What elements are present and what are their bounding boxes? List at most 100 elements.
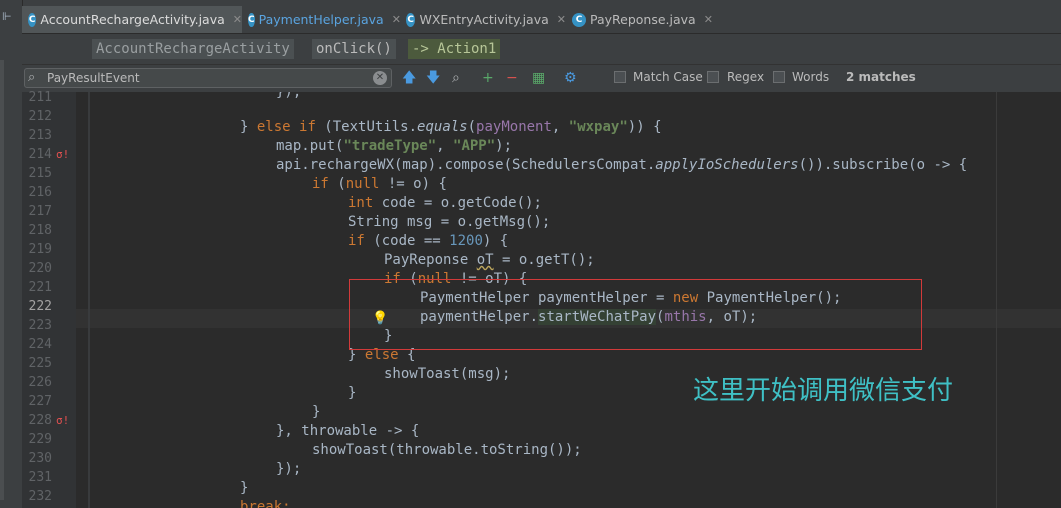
- close-icon[interactable]: ✕: [704, 13, 713, 26]
- java-class-icon: C: [572, 12, 586, 27]
- line-number: 224: [28, 337, 52, 352]
- code-line: if (code == 1200) {: [348, 233, 509, 249]
- gutter-line: 230: [22, 449, 76, 468]
- close-icon[interactable]: ✕: [392, 13, 401, 26]
- gutter-line: 221: [22, 278, 76, 297]
- tab-wx-entry-activity[interactable]: C WXEntryActivity.java ✕: [402, 6, 566, 33]
- code-line: PayReponse oT = o.getT();: [384, 252, 595, 268]
- gear-icon[interactable]: ⚙: [564, 69, 577, 87]
- close-icon[interactable]: ✕: [233, 13, 242, 26]
- search-input[interactable]: [47, 70, 367, 86]
- tab-label: PaymentHelper.java: [258, 12, 384, 27]
- match-case-label[interactable]: Match Case: [633, 70, 703, 84]
- gutter-line: 215: [22, 164, 76, 183]
- code-line: });: [276, 92, 302, 100]
- gutter-line: 225: [22, 354, 76, 373]
- line-number: 226: [28, 375, 52, 390]
- gutter-line: 214 σ!: [22, 145, 76, 164]
- tab-label: AccountRechargeActivity.java: [40, 12, 225, 27]
- java-class-icon: C: [406, 12, 416, 27]
- find-all-icon[interactable]: ⌕: [452, 69, 460, 87]
- tab-payment-helper[interactable]: C PaymentHelper.java ✕: [244, 6, 401, 33]
- lambda-breakpoint-icon[interactable]: σ!: [56, 148, 69, 161]
- search-field: ⌕ ✕: [24, 68, 392, 88]
- java-class-icon: C: [248, 12, 255, 27]
- gutter-line: 213: [22, 126, 76, 145]
- code-line: }: [240, 480, 249, 496]
- line-number: 221: [28, 280, 52, 295]
- tab-pay-reponse[interactable]: C PayReponse.java ✕: [568, 6, 718, 33]
- line-number: 211: [28, 90, 52, 105]
- line-number: 232: [28, 489, 52, 504]
- line-number: 231: [28, 470, 52, 485]
- line-number: 215: [28, 166, 52, 181]
- breadcrumb-lambda[interactable]: -> Action1: [408, 39, 501, 59]
- code-line: });: [276, 461, 302, 477]
- lambda-breakpoint-icon[interactable]: σ!: [56, 414, 69, 427]
- right-margin-guide: [996, 92, 997, 508]
- code-line: }, throwable -> {: [276, 423, 420, 439]
- code-line: }: [348, 385, 357, 401]
- select-all-occurrences-icon[interactable]: ▦: [532, 69, 545, 87]
- code-line: }: [312, 404, 321, 420]
- tab-account-recharge-activity[interactable]: C AccountRechargeActivity.java ✕: [22, 6, 242, 33]
- line-number: 213: [28, 128, 52, 143]
- breadcrumb: AccountRechargeActivity onClick() -> Act…: [22, 34, 1061, 64]
- words-label[interactable]: Words: [792, 70, 829, 84]
- line-number: 214: [28, 147, 52, 162]
- gutter-line: 229: [22, 430, 76, 449]
- gutter-line: 217: [22, 202, 76, 221]
- find-bar: ⌕ ✕ 🡅 🡇 ⌕ + − ▦ ⚙ Match Case Regex Words…: [22, 64, 1061, 93]
- next-occurrence-icon[interactable]: 🡇: [426, 69, 440, 87]
- line-number: 220: [28, 261, 52, 276]
- line-number: 228: [28, 413, 52, 428]
- gutter-line: 216: [22, 183, 76, 202]
- editor-tab-bar: C AccountRechargeActivity.java ✕ C Payme…: [22, 6, 1061, 34]
- line-number: 223: [28, 318, 52, 333]
- code-line: showToast(throwable.toString());: [312, 442, 582, 458]
- code-line: } else if (TextUtils.equals(payMonent, "…: [240, 119, 662, 135]
- regex-checkbox[interactable]: [707, 71, 719, 83]
- line-number-gutter[interactable]: 211 212 213 214 σ! 215 216 217 218 219 22…: [22, 90, 76, 508]
- tool-window-bar: [0, 60, 4, 500]
- previous-occurrence-icon[interactable]: 🡅: [402, 69, 416, 87]
- words-checkbox[interactable]: [773, 71, 785, 83]
- tab-label: WXEntryActivity.java: [419, 12, 549, 27]
- java-class-icon: C: [28, 12, 37, 27]
- gutter-line: 226: [22, 373, 76, 392]
- gutter-line: 211: [22, 88, 76, 107]
- line-number: 230: [28, 451, 52, 466]
- line-number: 212: [28, 109, 52, 124]
- remove-occurrence-icon[interactable]: −: [506, 69, 518, 87]
- gutter-line: 231: [22, 468, 76, 487]
- highlight-box: [349, 279, 922, 350]
- clear-search-icon[interactable]: ✕: [373, 71, 387, 85]
- gutter-line: 232: [22, 487, 76, 506]
- gutter-line: 218: [22, 221, 76, 240]
- annotation-text: 这里开始调用微信支付: [693, 376, 954, 406]
- close-icon[interactable]: ✕: [557, 13, 566, 26]
- code-line: String msg = o.getMsg();: [348, 214, 551, 230]
- gutter-line: 220: [22, 259, 76, 278]
- code-line: showToast(msg);: [384, 366, 511, 382]
- breadcrumb-method[interactable]: onClick(): [312, 39, 396, 59]
- gutter-line: 228 σ!: [22, 411, 76, 430]
- code-line: int code = o.getCode();: [348, 195, 542, 211]
- code-line: api.rechargeWX(map).compose(SchedulersCo…: [276, 157, 968, 173]
- line-number: 229: [28, 432, 52, 447]
- match-count: 2 matches: [846, 70, 916, 84]
- collapse-icon[interactable]: ⊩: [2, 10, 12, 23]
- regex-label[interactable]: Regex: [727, 70, 764, 84]
- indent-guide: [88, 92, 90, 508]
- search-icon[interactable]: ⌕: [28, 69, 35, 87]
- line-number: 219: [28, 242, 52, 257]
- add-occurrence-icon[interactable]: +: [482, 69, 494, 87]
- line-number: 222: [28, 299, 52, 314]
- line-number: 217: [28, 204, 52, 219]
- breadcrumb-class[interactable]: AccountRechargeActivity: [92, 39, 294, 59]
- code-line: break;: [240, 499, 291, 508]
- tab-label: PayReponse.java: [590, 12, 696, 27]
- match-case-checkbox[interactable]: [614, 71, 626, 83]
- tool-window-strip: ⊩: [0, 0, 23, 508]
- code-line: map.put("tradeType", "APP");: [276, 138, 513, 154]
